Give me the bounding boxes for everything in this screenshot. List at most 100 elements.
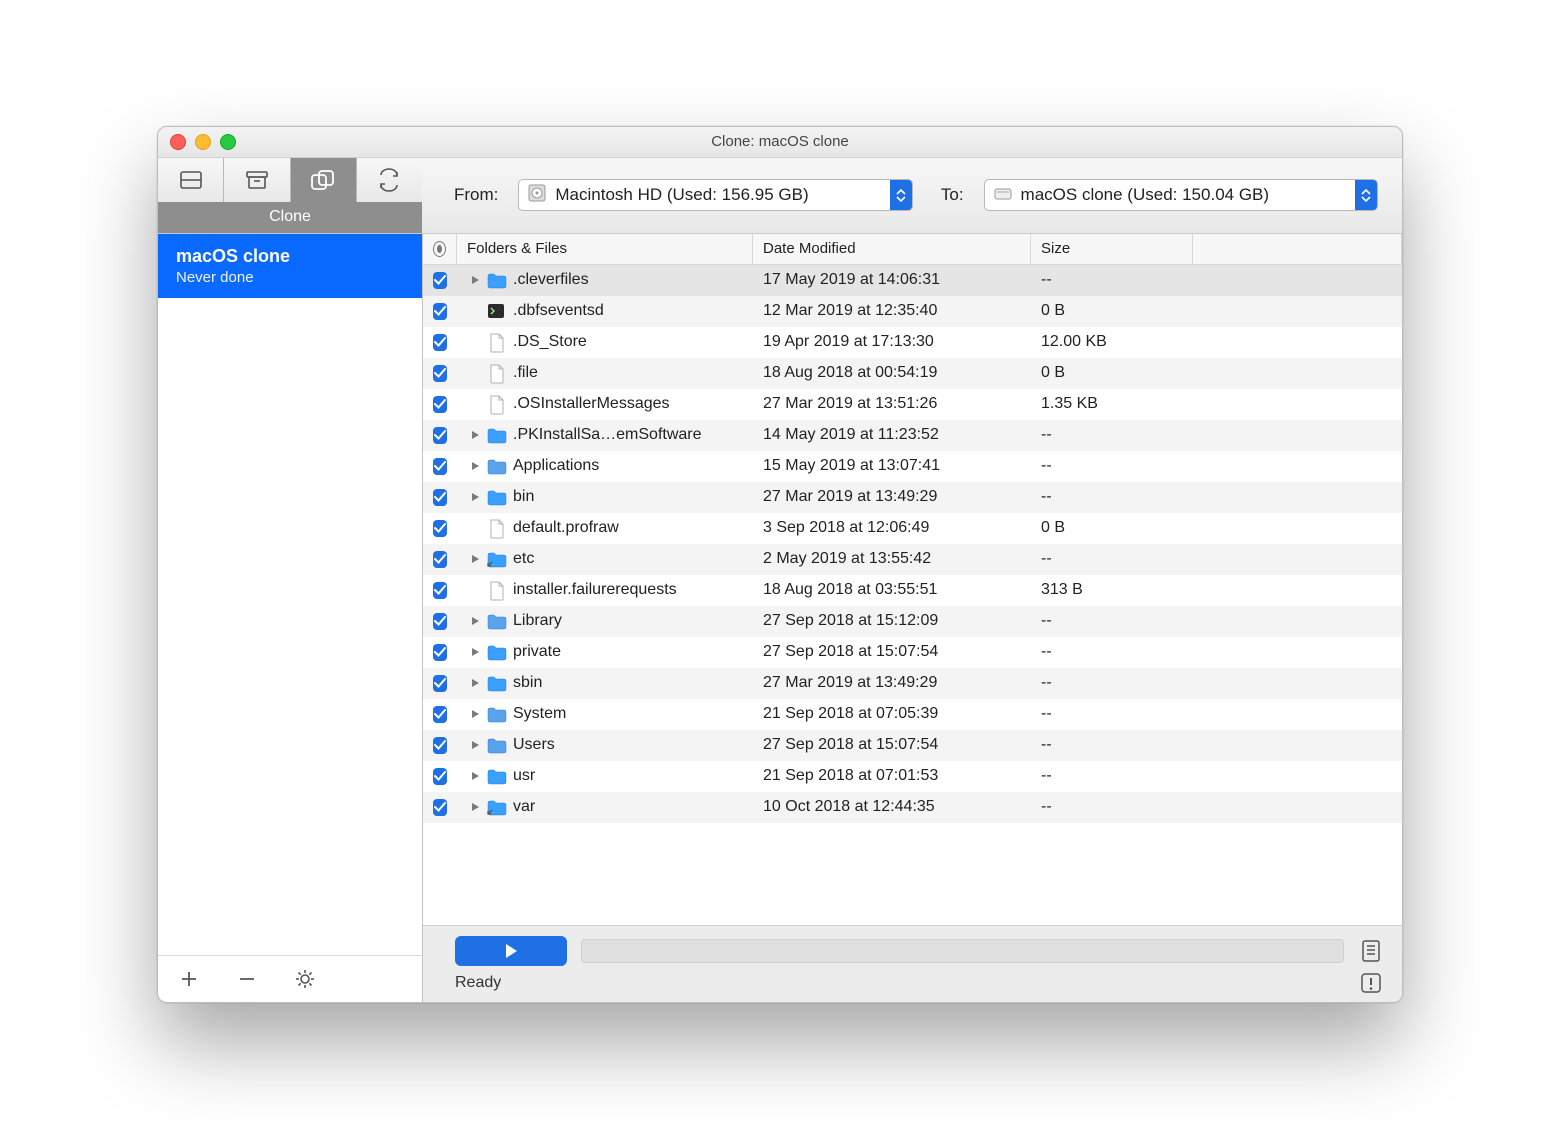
mode-tab-2[interactable] [224, 158, 290, 202]
disclosure-triangle[interactable] [467, 616, 483, 626]
file-icon [489, 364, 503, 382]
row-checkbox[interactable] [433, 396, 447, 413]
column-header-size[interactable]: Size [1031, 234, 1193, 264]
row-name: bin [513, 488, 534, 506]
row-checkbox[interactable] [433, 272, 447, 289]
table-body[interactable]: .cleverfiles 17 May 2019 at 14:06:31 -- … [423, 265, 1402, 925]
table-row[interactable]: bin 27 Mar 2019 at 13:49:29 -- [423, 482, 1402, 513]
table-row[interactable]: .file 18 Aug 2018 at 00:54:19 0 B [423, 358, 1402, 389]
mode-tab-1[interactable] [158, 158, 224, 202]
file-icon [489, 519, 503, 537]
column-header-name[interactable]: Folders & Files [457, 234, 753, 264]
disclosure-triangle[interactable] [467, 740, 483, 750]
row-name: var [513, 798, 535, 816]
table-row[interactable]: default.profraw 3 Sep 2018 at 12:06:49 0… [423, 513, 1402, 544]
table-row[interactable]: System 21 Sep 2018 at 07:05:39 -- [423, 699, 1402, 730]
run-button[interactable] [455, 936, 567, 966]
disclosure-triangle[interactable] [467, 647, 483, 657]
table-row[interactable]: Users 27 Sep 2018 at 15:07:54 -- [423, 730, 1402, 761]
table-row[interactable]: .cleverfiles 17 May 2019 at 14:06:31 -- [423, 265, 1402, 296]
footer: Ready [423, 925, 1402, 1002]
column-header-select[interactable] [423, 234, 457, 264]
table-row[interactable]: .dbfseventsd 12 Mar 2019 at 12:35:40 0 B [423, 296, 1402, 327]
remove-task-button[interactable] [236, 968, 258, 990]
disclosure-triangle[interactable] [467, 275, 483, 285]
disclosure-triangle[interactable] [467, 430, 483, 440]
play-icon [503, 943, 519, 959]
disclosure-triangle[interactable] [467, 771, 483, 781]
table-row[interactable]: var 10 Oct 2018 at 12:44:35 -- [423, 792, 1402, 823]
row-date: 12 Mar 2019 at 12:35:40 [753, 296, 1031, 327]
file-icon [489, 395, 503, 413]
table-row[interactable]: etc 2 May 2019 at 13:55:42 -- [423, 544, 1402, 575]
add-task-button[interactable] [178, 968, 200, 990]
to-disk-selector[interactable]: macOS clone (Used: 150.04 GB) [984, 179, 1378, 211]
table-row[interactable]: Applications 15 May 2019 at 13:07:41 -- [423, 451, 1402, 482]
row-spacer [1193, 265, 1402, 296]
row-checkbox[interactable] [433, 365, 447, 382]
row-checkbox[interactable] [433, 675, 447, 692]
row-size: -- [1031, 265, 1193, 296]
row-date: 14 May 2019 at 11:23:52 [753, 420, 1031, 451]
sidebar-footer [158, 955, 422, 1002]
row-checkbox[interactable] [433, 427, 447, 444]
disclosure-triangle[interactable] [467, 709, 483, 719]
row-name: sbin [513, 674, 542, 692]
table-row[interactable]: .PKInstallSa…emSoftware 14 May 2019 at 1… [423, 420, 1402, 451]
alerts-button[interactable] [1358, 970, 1384, 996]
row-checkbox[interactable] [433, 613, 447, 630]
check-icon [434, 492, 446, 502]
disclosure-triangle[interactable] [467, 802, 483, 812]
row-name: Users [513, 736, 555, 754]
chevron-right-icon [471, 616, 480, 626]
row-checkbox[interactable] [433, 303, 447, 320]
row-checkbox[interactable] [433, 644, 447, 661]
log-button[interactable] [1358, 938, 1384, 964]
table-row[interactable]: .DS_Store 19 Apr 2019 at 17:13:30 12.00 … [423, 327, 1402, 358]
task-settings-button[interactable] [294, 968, 316, 990]
row-size: -- [1031, 482, 1193, 513]
row-name: System [513, 705, 566, 723]
row-checkbox[interactable] [433, 334, 447, 351]
table-row[interactable]: usr 21 Sep 2018 at 07:01:53 -- [423, 761, 1402, 792]
row-name: .file [513, 364, 538, 382]
check-icon [434, 461, 446, 471]
table-row[interactable]: installer.failurerequests 18 Aug 2018 at… [423, 575, 1402, 606]
row-date: 2 May 2019 at 13:55:42 [753, 544, 1031, 575]
row-checkbox[interactable] [433, 458, 447, 475]
sidebar-item[interactable]: macOS clone Never done [158, 234, 422, 298]
column-header-date[interactable]: Date Modified [753, 234, 1031, 264]
row-size: -- [1031, 668, 1193, 699]
task-list: macOS clone Never done [158, 234, 422, 955]
row-checkbox[interactable] [433, 520, 447, 537]
row-checkbox[interactable] [433, 489, 447, 506]
folder-icon [487, 738, 505, 752]
table-row[interactable]: private 27 Sep 2018 at 15:07:54 -- [423, 637, 1402, 668]
disclosure-triangle[interactable] [467, 678, 483, 688]
folder-icon [487, 676, 505, 690]
row-checkbox[interactable] [433, 582, 447, 599]
row-checkbox[interactable] [433, 768, 447, 785]
from-disk-selector[interactable]: Macintosh HD (Used: 156.95 GB) [518, 179, 912, 211]
sidebar: macOS clone Never done [158, 234, 423, 1002]
row-date: 18 Aug 2018 at 00:54:19 [753, 358, 1031, 389]
alert-icon [1360, 972, 1382, 994]
row-checkbox[interactable] [433, 551, 447, 568]
mode-tab-sync[interactable] [357, 158, 422, 202]
mode-tab-clone[interactable] [291, 158, 357, 202]
row-date: 3 Sep 2018 at 12:06:49 [753, 513, 1031, 544]
disclosure-triangle[interactable] [467, 492, 483, 502]
row-checkbox[interactable] [433, 799, 447, 816]
table-row[interactable]: .OSInstallerMessages 27 Mar 2019 at 13:5… [423, 389, 1402, 420]
row-name: .PKInstallSa…emSoftware [513, 426, 702, 444]
row-date: 21 Sep 2018 at 07:01:53 [753, 761, 1031, 792]
row-checkbox[interactable] [433, 737, 447, 754]
row-checkbox[interactable] [433, 706, 447, 723]
table-row[interactable]: Library 27 Sep 2018 at 15:12:09 -- [423, 606, 1402, 637]
disclosure-triangle[interactable] [467, 461, 483, 471]
check-icon [434, 399, 446, 409]
disclosure-triangle[interactable] [467, 554, 483, 564]
app-window: Clone: macOS clone [157, 126, 1403, 1003]
row-size: -- [1031, 544, 1193, 575]
table-row[interactable]: sbin 27 Mar 2019 at 13:49:29 -- [423, 668, 1402, 699]
